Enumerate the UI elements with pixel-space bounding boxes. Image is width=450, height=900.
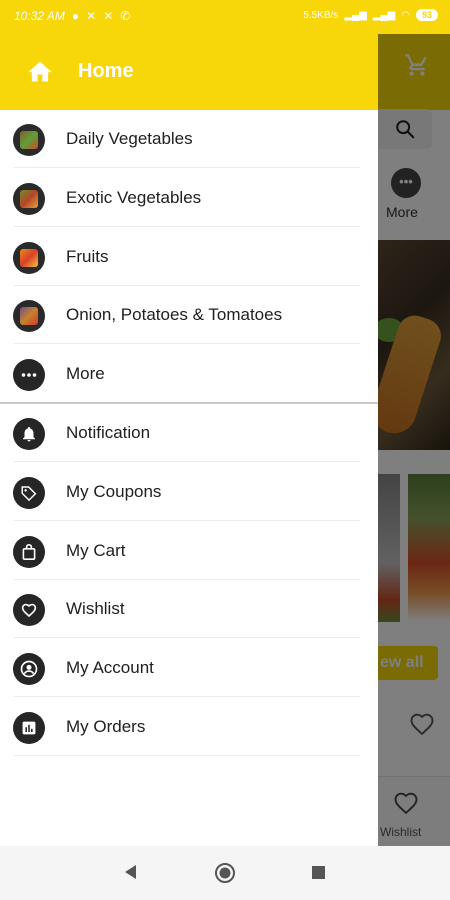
menu-item-label: My Cart xyxy=(66,541,126,560)
account-circle-icon xyxy=(13,653,45,685)
divider xyxy=(14,520,360,521)
menu-item-my-coupons[interactable]: My Coupons xyxy=(0,463,378,521)
menu-item-label: Fruits xyxy=(66,247,109,266)
menu-item-fruits[interactable]: Fruits xyxy=(0,228,378,286)
orders-icon xyxy=(13,712,45,744)
tag-icon xyxy=(13,477,45,509)
more-dots-icon xyxy=(13,359,45,391)
menu-item-onion-potatoes-tomatoes[interactable]: Onion, Potatoes & Tomatoes xyxy=(0,286,378,344)
divider xyxy=(14,343,360,344)
menu-item-label: More xyxy=(66,364,105,383)
network-speed: 5.5KB/s xyxy=(303,9,339,21)
menu-item-my-cart[interactable]: My Cart xyxy=(0,522,378,580)
menu-item-my-orders[interactable]: My Orders xyxy=(0,698,378,756)
menu-item-label: Exotic Vegetables xyxy=(66,188,202,207)
menu-item-label: My Orders xyxy=(66,717,146,736)
onion-potatoes-tomatoes-thumbnail xyxy=(13,300,45,332)
menu-item-label: Onion, Potatoes & Tomatoes xyxy=(66,305,283,324)
divider xyxy=(14,167,360,168)
recents-icon[interactable] xyxy=(311,865,326,880)
navigation-drawer: Home Daily Vegetables Exotic Vegetables … xyxy=(0,34,378,846)
bell-icon xyxy=(13,418,45,450)
home-button-icon[interactable] xyxy=(214,862,236,884)
menu-item-daily-vegetables[interactable]: Daily Vegetables xyxy=(0,110,378,168)
shopping-bag-icon xyxy=(13,536,45,568)
menu-item-label: Daily Vegetables xyxy=(66,129,193,148)
battery-indicator: 93 xyxy=(415,9,438,21)
menu-item-label: My Account xyxy=(66,658,154,677)
menu-item-wishlist[interactable]: Wishlist xyxy=(0,580,378,638)
back-icon[interactable] xyxy=(122,863,138,881)
signal-icon: ▂▄▆ xyxy=(344,9,367,21)
call-icon: ✆ xyxy=(120,9,131,23)
fruits-thumbnail xyxy=(13,242,45,274)
satellite-icon: ✕ xyxy=(86,9,97,23)
drawer-title: Home xyxy=(78,60,134,82)
home-icon xyxy=(28,61,52,82)
wifi-icon: ◠ xyxy=(401,9,410,21)
divider xyxy=(14,226,360,227)
notification-dot-icon: ● xyxy=(71,9,80,23)
status-bar: 10:32 AM ● ✕ ✕ ✆ 5.5KB/s ▂▄▆ ▂▄▆ ◠ 93 xyxy=(0,0,450,34)
signal-icon: ▂▄▆ xyxy=(372,9,396,21)
divider xyxy=(14,755,360,756)
exotic-vegetables-thumbnail xyxy=(13,183,45,215)
satellite-icon: ✕ xyxy=(103,9,114,23)
drawer-scrim[interactable] xyxy=(378,34,450,846)
status-time: 10:32 AM xyxy=(14,9,65,23)
daily-vegetables-thumbnail xyxy=(13,124,45,156)
divider xyxy=(14,461,360,462)
heart-icon xyxy=(13,594,45,626)
menu-item-label: Wishlist xyxy=(66,599,125,618)
divider xyxy=(14,696,360,697)
system-navigation-bar xyxy=(0,846,450,900)
menu-item-exotic-vegetables[interactable]: Exotic Vegetables xyxy=(0,169,378,227)
menu-item-label: Notification xyxy=(66,423,151,442)
menu-item-my-account[interactable]: My Account xyxy=(0,639,378,697)
menu-item-notification[interactable]: Notification xyxy=(0,404,378,462)
menu-item-label: My Coupons xyxy=(66,482,162,501)
drawer-header[interactable]: Home xyxy=(0,34,378,110)
divider xyxy=(14,637,360,638)
menu-item-more[interactable]: More xyxy=(0,345,378,403)
